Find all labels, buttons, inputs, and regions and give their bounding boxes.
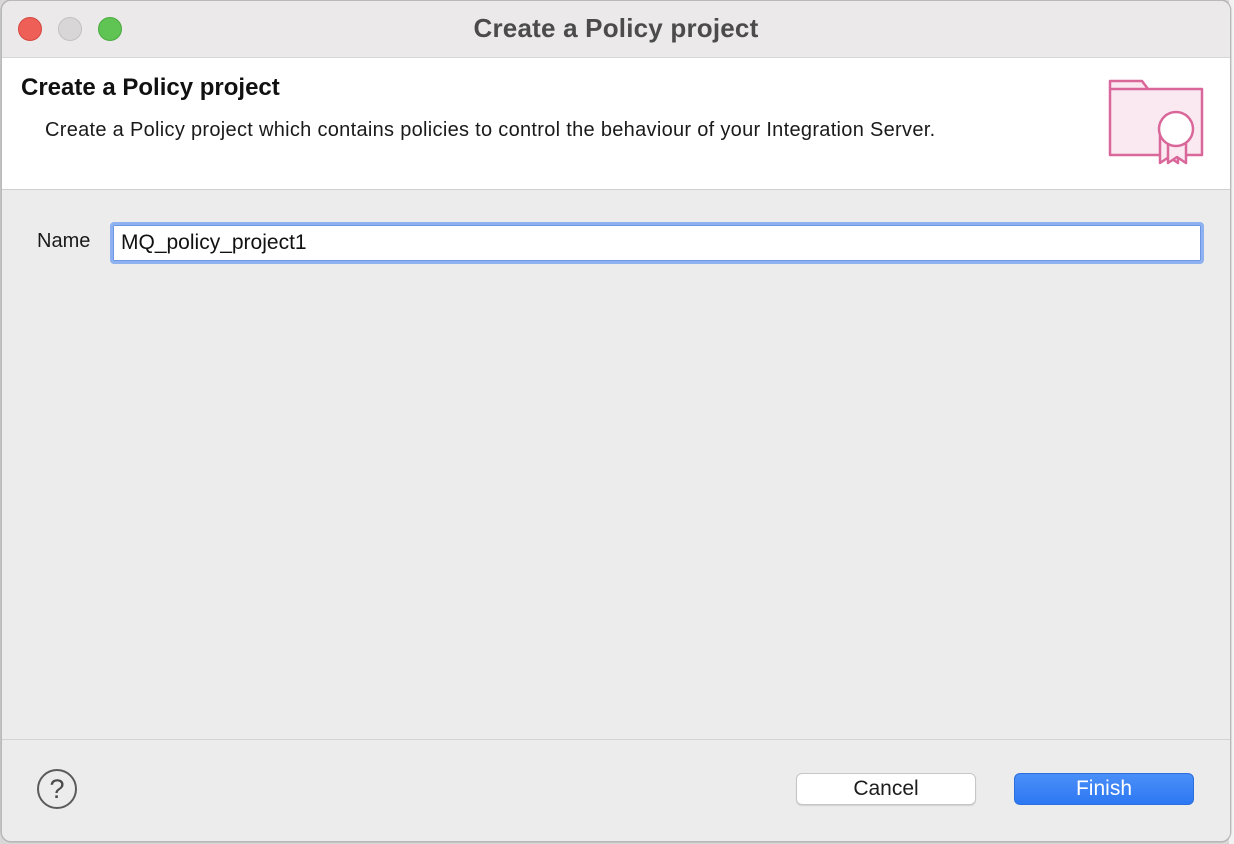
wizard-title: Create a Policy project [21,74,280,101]
title-bar: Create a Policy project [2,1,1230,58]
wizard-footer: ? Cancel Finish [2,739,1230,841]
help-icon: ? [49,773,65,804]
dialog-window: Create a Policy project Create a Policy … [1,0,1231,842]
name-label: Name [37,230,91,252]
policy-folder-certificate-icon [1108,79,1204,165]
help-button[interactable]: ? [37,769,77,809]
wizard-header: Create a Policy project Create a Policy … [2,58,1230,190]
window-title: Create a Policy project [473,13,759,43]
cancel-button[interactable]: Cancel [796,773,976,805]
wizard-content: Name [2,190,1230,738]
finish-button[interactable]: Finish [1014,773,1194,805]
name-input[interactable] [110,222,1204,264]
wizard-description: Create a Policy project which contains p… [45,119,936,141]
